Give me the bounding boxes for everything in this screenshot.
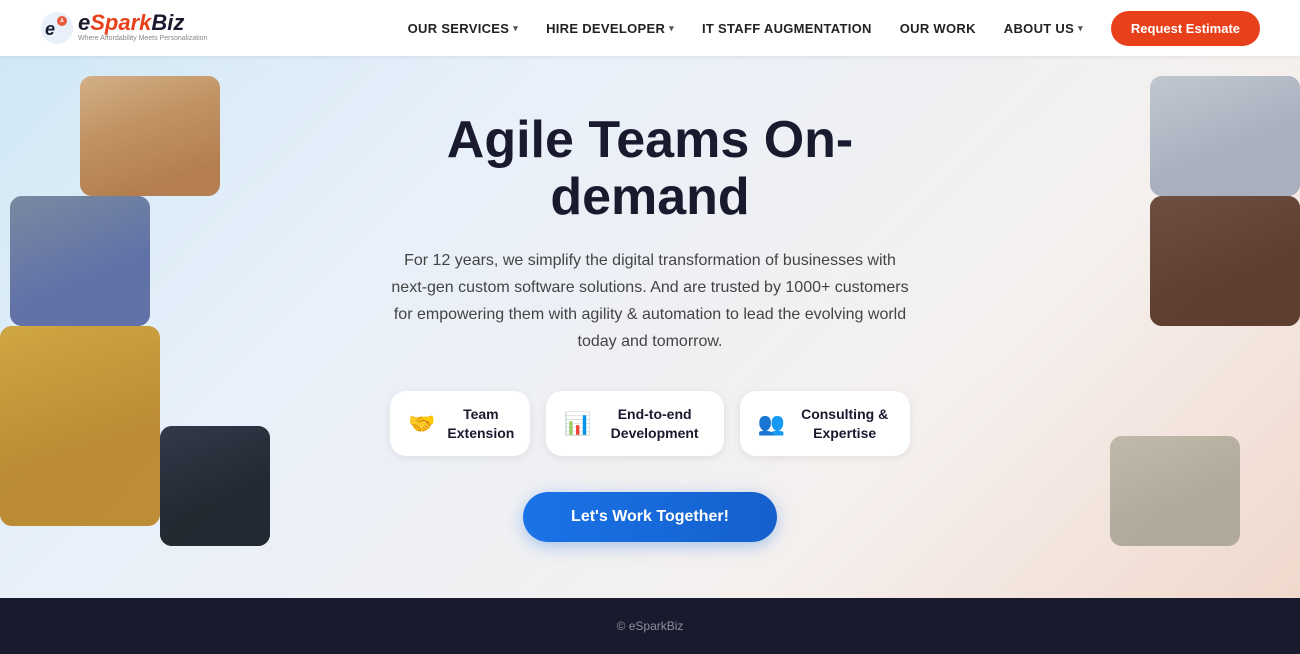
feature-label-team-extension: Team Extension: [447, 405, 514, 441]
navbar: e e Spark Biz Where Affordability Meets …: [0, 0, 1300, 56]
logo[interactable]: e e Spark Biz Where Affordability Meets …: [40, 11, 207, 45]
feature-card-consulting[interactable]: 👥 Consulting & Expertise: [740, 391, 910, 455]
hero-image-team-meeting: [80, 76, 220, 196]
hero-image-collaboration: [1150, 196, 1300, 326]
hero-subtitle: For 12 years, we simplify the digital tr…: [390, 247, 910, 356]
nav-item-it-staff[interactable]: IT STAFF AUGMENTATION: [702, 21, 872, 36]
nav-link-hire-developer[interactable]: HIRE DEVELOPER ▾: [546, 21, 674, 36]
hero-image-people-laptop: [160, 426, 270, 546]
svg-text:e: e: [45, 19, 55, 39]
hero-image-keyboard: [1150, 76, 1300, 196]
logo-tagline: Where Affordability Meets Personalizatio…: [78, 35, 207, 43]
hero-image-office-work: [10, 196, 150, 326]
team-extension-icon: 🤝: [408, 406, 435, 442]
hero-image-team-hands: [0, 326, 160, 526]
logo-spark: Spark: [90, 12, 151, 34]
nav-item-cta[interactable]: Request Estimate: [1111, 11, 1260, 46]
feature-label-consulting: Consulting & Expertise: [797, 405, 892, 441]
hero-images-right: [1080, 56, 1300, 598]
logo-biz: Biz: [151, 12, 184, 34]
nav-links: OUR SERVICES ▾ HIRE DEVELOPER ▾ IT STAFF…: [408, 11, 1260, 46]
hero-content: Agile Teams On-demand For 12 years, we s…: [370, 92, 930, 562]
chevron-down-icon: ▾: [513, 23, 518, 34]
nav-item-hire-developer[interactable]: HIRE DEVELOPER ▾: [546, 21, 674, 36]
chevron-down-icon: ▾: [1078, 23, 1083, 34]
cta-button[interactable]: Let's Work Together!: [523, 492, 777, 542]
feature-label-end-to-end: End-to-end Development: [603, 405, 705, 441]
hero-image-team-discuss: [1110, 436, 1240, 546]
consulting-icon: 👥: [758, 406, 785, 442]
nav-link-it-staff[interactable]: IT STAFF AUGMENTATION: [702, 21, 872, 36]
request-estimate-button[interactable]: Request Estimate: [1111, 11, 1260, 46]
hero-title: Agile Teams On-demand: [390, 112, 910, 226]
nav-link-our-services[interactable]: OUR SERVICES ▾: [408, 21, 518, 36]
feature-cards: 🤝 Team Extension 📊 End-to-end Developmen…: [390, 391, 910, 455]
footer-content: © eSparkBiz: [617, 619, 684, 633]
logo-text: e Spark Biz Where Affordability Meets Pe…: [78, 12, 207, 43]
footer-bar: © eSparkBiz: [0, 598, 1300, 654]
nav-item-our-services[interactable]: OUR SERVICES ▾: [408, 21, 518, 36]
nav-link-our-work[interactable]: OUR WORK: [900, 21, 976, 36]
hero-images-left: [0, 56, 280, 598]
nav-item-about-us[interactable]: ABOUT US ▾: [1004, 21, 1083, 36]
end-to-end-icon: 📊: [564, 406, 591, 442]
hero-section: Agile Teams On-demand For 12 years, we s…: [0, 56, 1300, 598]
nav-link-about-us[interactable]: ABOUT US ▾: [1004, 21, 1083, 36]
logo-icon: e: [40, 11, 74, 45]
logo-e: e: [78, 12, 90, 34]
feature-card-end-to-end[interactable]: 📊 End-to-end Development: [546, 391, 724, 455]
feature-card-team-extension[interactable]: 🤝 Team Extension: [390, 391, 530, 455]
chevron-down-icon: ▾: [669, 23, 674, 34]
nav-item-our-work[interactable]: OUR WORK: [900, 21, 976, 36]
